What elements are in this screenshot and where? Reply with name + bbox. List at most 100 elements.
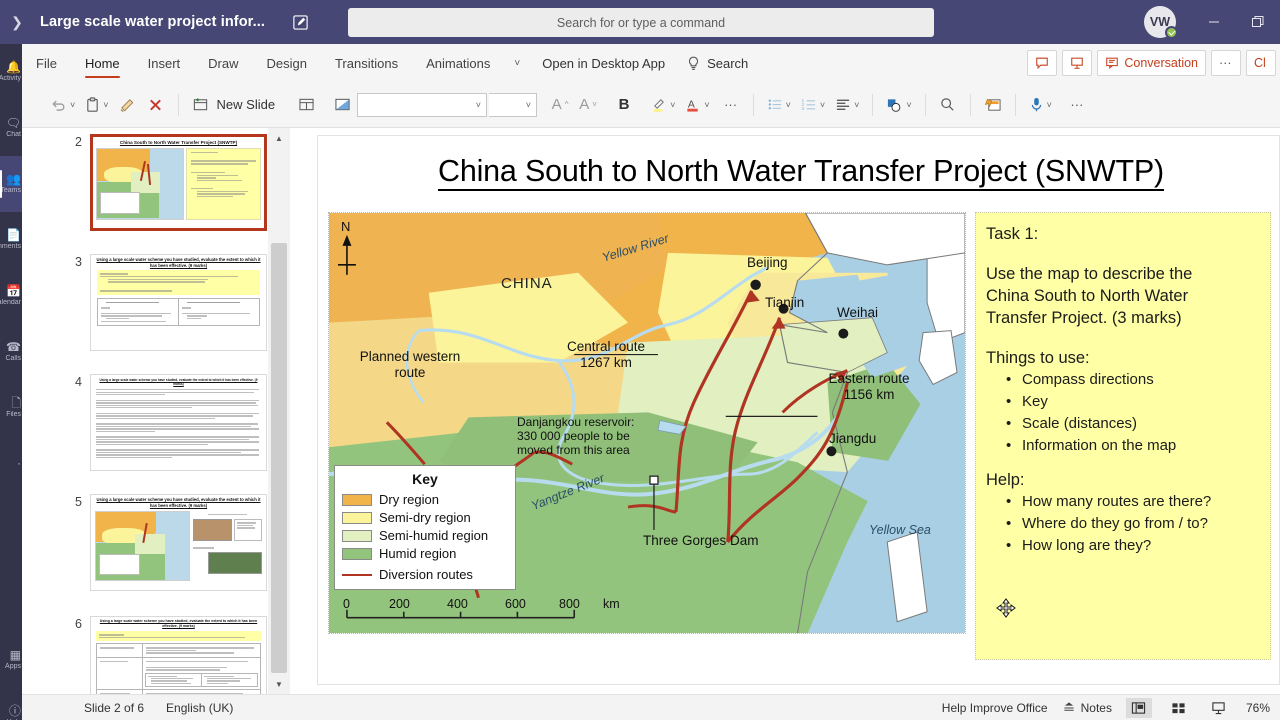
presence-available-icon <box>1165 26 1178 39</box>
present-button[interactable] <box>1062 50 1093 76</box>
tab-file[interactable]: File <box>22 44 71 82</box>
task-textbox[interactable]: Task 1: Use the map to describe the Chin… <box>975 212 1271 660</box>
slide-surface[interactable]: China South to North Water Transfer Proj… <box>317 135 1280 685</box>
notes-button[interactable]: Notes <box>1062 701 1112 715</box>
language-indicator[interactable]: English (UK) <box>166 701 233 715</box>
tab-animations[interactable]: Animations <box>412 44 504 82</box>
ribbon-more-button[interactable]: ··· <box>1211 50 1241 76</box>
rail-item-activity[interactable]: 🔔 Activity <box>0 44 22 100</box>
view-reading-button[interactable] <box>1206 698 1232 718</box>
list-item: Semi-dry region <box>342 510 508 525</box>
thumbnail-scrollbar[interactable]: ▲ ▼ <box>268 128 290 694</box>
minimize-button[interactable] <box>1192 0 1236 44</box>
page-title[interactable]: China South to North Water Transfer Proj… <box>356 154 1246 191</box>
avatar[interactable]: VW <box>1144 6 1178 39</box>
table-row[interactable]: Using a large scale water scheme you hav… <box>90 374 267 471</box>
grow-font-label: A <box>551 96 562 113</box>
chevron-down-icon[interactable]: ˅ <box>670 100 675 110</box>
slide-count[interactable]: Slide 2 of 6 <box>84 701 144 715</box>
statusbar-right: Help Improve Office Notes 76% <box>942 697 1270 718</box>
format-painter-button[interactable] <box>115 91 141 119</box>
text-highlight-button[interactable]: ˅ <box>647 91 679 119</box>
chevron-down-icon[interactable]: ˅ <box>906 100 911 110</box>
paste-button[interactable]: ˅ <box>81 91 112 119</box>
chevron-down-icon[interactable]: ˅ <box>704 100 709 110</box>
bullets-button[interactable]: ˅ <box>763 91 795 119</box>
tab-transitions[interactable]: Transitions <box>321 44 412 82</box>
conversation-button[interactable]: Conversation <box>1097 50 1206 76</box>
map-image[interactable]: N CHINA Yellow River Yangtze River Yello… <box>328 212 966 634</box>
open-in-desktop-app-button[interactable]: Open in Desktop App <box>530 44 677 82</box>
font-size-box[interactable]: ˅ <box>489 92 538 117</box>
delete-button[interactable] <box>143 91 169 119</box>
rail-item-files[interactable]: 🗋 Files <box>0 380 22 436</box>
rail-item-teams[interactable]: 👥 Teams <box>0 156 22 212</box>
font-more-button[interactable]: ··· <box>718 91 744 119</box>
ribbon: File Home Insert Draw Design Transitions… <box>22 44 1280 128</box>
edit-pencil-icon[interactable] <box>287 9 313 35</box>
tab-label: Transitions <box>334 55 399 71</box>
picture-format-button[interactable] <box>329 91 355 119</box>
zoom-level[interactable]: 76% <box>1246 701 1270 715</box>
rail-item-more[interactable]: · <box>0 436 22 492</box>
chevron-down-icon[interactable]: ˅ <box>786 100 791 110</box>
comments-button[interactable] <box>1027 50 1058 76</box>
help-improve-office-link[interactable]: Help Improve Office <box>942 701 1048 715</box>
tab-design[interactable]: Design <box>253 44 321 82</box>
chevron-down-icon[interactable]: ˅ <box>476 100 481 110</box>
toolbar-divider <box>1014 93 1016 116</box>
align-button[interactable]: ˅ <box>831 91 863 119</box>
chevron-down-icon[interactable]: ˅ <box>103 100 108 110</box>
rail-item-calendar[interactable]: 📅 Calendar <box>0 268 22 324</box>
table-row[interactable]: China South to North Water Transfer Proj… <box>90 134 267 231</box>
view-sorter-button[interactable] <box>1166 698 1192 718</box>
font-color-button[interactable]: A ˅ <box>681 91 713 119</box>
command-search-box[interactable]: Search for or type a command <box>348 8 934 37</box>
numbering-button[interactable]: 1 2 3 ˅ <box>797 91 829 119</box>
shrink-font-button[interactable]: A ˅ <box>575 91 601 119</box>
chevron-right-icon[interactable]: ❯ <box>0 0 34 44</box>
ribbon-close-button[interactable]: Cl <box>1246 50 1276 76</box>
thumbnail-number: 4 <box>75 375 82 389</box>
scrollbar-thumb[interactable] <box>271 243 287 673</box>
chevron-down-icon[interactable]: ˅ <box>504 44 530 82</box>
designer-button[interactable] <box>980 91 1006 119</box>
rail-item-calls[interactable]: ☎ Calls <box>0 324 22 380</box>
svg-text:3: 3 <box>801 106 804 111</box>
layout-button[interactable] <box>293 91 319 119</box>
scroll-down-icon[interactable]: ▼ <box>268 674 290 694</box>
task-heading: Task 1: <box>986 225 1039 243</box>
font-name-box[interactable]: ˅ <box>357 92 488 117</box>
view-normal-button[interactable] <box>1125 697 1152 718</box>
toolbar-overflow-button[interactable]: ··· <box>1064 91 1090 119</box>
grow-font-button[interactable]: A ^ <box>547 91 573 119</box>
table-row[interactable]: Using a large scale water scheme you hav… <box>90 616 267 694</box>
undo-button[interactable]: ˅ <box>46 91 79 119</box>
chevron-down-icon[interactable]: ˅ <box>526 100 531 110</box>
chevron-down-icon[interactable]: ˅ <box>820 100 825 110</box>
table-row[interactable]: Using a large scale water scheme you hav… <box>90 494 267 591</box>
chevron-down-icon[interactable]: ˅ <box>1047 100 1052 110</box>
ribbon-search[interactable]: Search <box>677 44 748 82</box>
tab-home[interactable]: Home <box>71 44 134 82</box>
scroll-up-icon[interactable]: ▲ <box>268 128 290 148</box>
rail-item-apps[interactable]: ▦ Apps <box>0 632 22 688</box>
chevron-down-icon[interactable]: ˅ <box>854 100 859 110</box>
bold-button[interactable]: B <box>611 91 637 119</box>
country-label: CHINA <box>501 275 553 292</box>
rail-item-chat[interactable]: 🗨 Chat <box>0 100 22 156</box>
key-swatch-routes <box>342 573 372 576</box>
restore-button[interactable] <box>1236 0 1280 44</box>
map-key-title: Key <box>412 471 438 487</box>
rail-item-assignments[interactable]: 📄 Assignments <box>0 212 22 268</box>
tab-draw[interactable]: Draw <box>194 44 252 82</box>
table-row[interactable]: Using a large scale water scheme you hav… <box>90 254 267 351</box>
dictate-button[interactable]: ˅ <box>1025 91 1056 119</box>
shapes-button[interactable]: ˅ <box>882 91 915 119</box>
slide-thumbnail-pane[interactable]: 2 China South to North Water Transfer Pr… <box>22 128 290 694</box>
tab-insert[interactable]: Insert <box>134 44 195 82</box>
chevron-down-icon[interactable]: ˅ <box>70 100 75 110</box>
new-slide-button[interactable]: New Slide <box>188 91 280 119</box>
rail-item-help[interactable]: ⓘ Help <box>0 688 22 720</box>
find-button[interactable] <box>935 91 961 119</box>
